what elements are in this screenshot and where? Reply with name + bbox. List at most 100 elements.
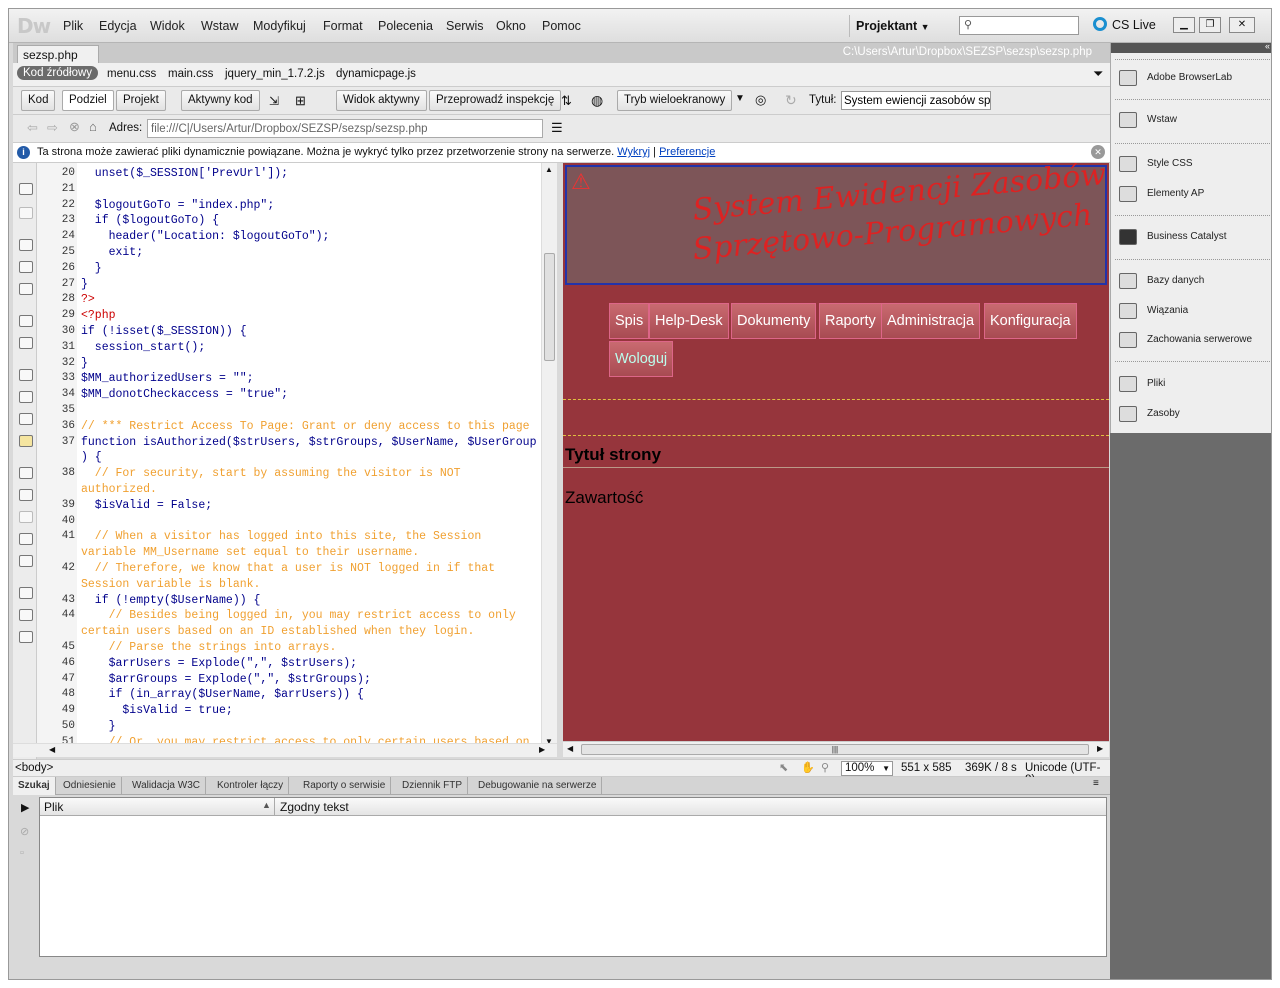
workspace-switcher[interactable]: Projektant ▼ — [849, 15, 936, 37]
panel-ap-elements[interactable]: Elementy AP — [1119, 183, 1204, 205]
code-line[interactable]: Session variable is blank. — [81, 578, 260, 591]
column-match[interactable]: Zgodny tekst — [280, 800, 349, 814]
list-view-icon[interactable]: ☰ — [551, 120, 563, 136]
panel-css-styles[interactable]: Style CSS — [1119, 153, 1193, 175]
file-management-icon[interactable]: ⊞ — [295, 93, 306, 109]
preferences-link[interactable]: Preferencje — [659, 146, 715, 158]
chevron-down-icon[interactable]: ▼ — [735, 93, 745, 104]
code-horizontal-scrollbar[interactable]: ◀ ▶ — [13, 743, 557, 757]
zoom-tool-icon[interactable]: ⚲ — [821, 761, 829, 774]
collapse-icon[interactable]: « — [1265, 41, 1270, 51]
live-code-button[interactable]: Aktywny kod — [181, 90, 260, 111]
code-line[interactable]: $isValid = False; — [81, 499, 212, 512]
address-input[interactable] — [147, 119, 543, 138]
nav-dokumenty[interactable]: Dokumenty — [731, 303, 817, 339]
design-horizontal-scrollbar[interactable]: ◀ ||| ▶ — [563, 741, 1109, 757]
split-view-button[interactable]: Podziel — [62, 90, 114, 111]
line-numbers-icon[interactable] — [19, 369, 33, 381]
column-file[interactable]: Plik — [44, 800, 63, 814]
code-line[interactable]: } — [81, 720, 116, 733]
outdent-code-icon[interactable] — [19, 609, 33, 621]
code-line[interactable]: $arrUsers = Explode(",", $strUsers); — [81, 657, 357, 670]
menu-plik[interactable]: Plik — [63, 19, 83, 33]
related-file-menu-css[interactable]: menu.css — [107, 68, 156, 80]
menu-polecenia[interactable]: Polecenia — [378, 19, 433, 33]
collapse-tag-icon[interactable] — [19, 239, 33, 251]
nav-raporty[interactable]: Raporty — [819, 303, 882, 339]
tab-raporty[interactable]: Raporty o serwisie — [298, 777, 392, 795]
code-line[interactable]: authorized. — [81, 483, 157, 496]
move-css-icon[interactable] — [19, 555, 33, 567]
code-line[interactable]: // When a visitor has logged into this s… — [81, 530, 481, 543]
recent-snippets-icon[interactable] — [19, 533, 33, 545]
play-icon[interactable]: ▶ — [21, 801, 29, 814]
code-editor[interactable]: unset($_SESSION['PrevUrl']); $logoutGoTo… — [77, 163, 541, 753]
tab-ftp[interactable]: Dziennik FTP — [397, 777, 469, 795]
restore-button[interactable]: ❐ — [1199, 17, 1221, 33]
code-view-button[interactable]: Kod — [21, 90, 56, 111]
code-line[interactable]: if (!isset($_SESSION)) { — [81, 325, 247, 338]
back-icon[interactable]: ⇦ — [27, 120, 38, 136]
multiscreen-button[interactable]: Tryb wieloekranowy — [617, 90, 733, 111]
code-line[interactable]: function isAuthorized($strUsers, $strGro… — [81, 436, 536, 449]
select-tool-icon[interactable]: ⬉ — [779, 761, 788, 774]
menu-widok[interactable]: Widok — [150, 19, 185, 33]
browser-compat-icon[interactable]: ⇲ — [269, 94, 279, 108]
remove-comment-icon[interactable] — [19, 489, 33, 501]
menu-edycja[interactable]: Edycja — [99, 19, 137, 33]
code-line[interactable]: // *** Restrict Access To Page: Grant or… — [81, 420, 530, 433]
code-vertical-scrollbar[interactable]: ▲ ▼ — [541, 163, 557, 753]
refresh-icon[interactable]: ↻ — [785, 92, 797, 109]
highlight-invalid-code-icon[interactable] — [19, 391, 33, 403]
menu-pomoc[interactable]: Pomoc — [542, 19, 581, 33]
code-line[interactable]: // Parse the strings into arrays. — [81, 641, 337, 654]
panel-business-catalyst[interactable]: Business Catalyst — [1119, 226, 1226, 248]
panel-server-behaviors[interactable]: Zachowania serwerowe — [1119, 329, 1252, 351]
nav-administracja[interactable]: Administracja — [881, 303, 981, 339]
code-line[interactable]: session_start(); — [81, 341, 205, 354]
zoom-select[interactable]: 100% ▼ — [841, 761, 893, 776]
nav-help-desk[interactable]: Help-Desk — [649, 303, 729, 339]
related-file-dynamicpage[interactable]: dynamicpage.js — [336, 68, 416, 80]
scroll-up-icon[interactable]: ▲ — [545, 165, 553, 174]
code-line[interactable]: // Besides being logged in, you may rest… — [81, 609, 516, 622]
related-file-source[interactable]: Kod źródłowy — [17, 66, 99, 80]
code-line[interactable]: if (!empty($UserName)) { — [81, 594, 261, 607]
visual-aids-icon[interactable]: ◎ — [755, 92, 766, 108]
live-view-options-icon[interactable]: ⇅ — [561, 93, 572, 109]
filter-icon[interactable]: ⏷ — [1093, 66, 1103, 82]
nav-login[interactable]: Wologuj — [609, 341, 673, 377]
panel-databases[interactable]: Bazy danych — [1119, 270, 1204, 292]
close-window-button[interactable]: ✕ — [1229, 17, 1255, 33]
panel-files[interactable]: Pliki — [1119, 373, 1165, 395]
tab-szukaj[interactable]: Szukaj — [13, 777, 56, 795]
code-line[interactable]: // Therefore, we know that a user is NOT… — [81, 562, 495, 575]
panel-menu-icon[interactable]: ≡ — [1093, 778, 1099, 789]
expand-all-icon[interactable] — [19, 283, 33, 295]
page-title-input[interactable] — [841, 91, 991, 110]
code-line[interactable]: if (in_array($UserName, $arrUsers)) { — [81, 688, 364, 701]
scroll-right-icon[interactable]: ▶ — [1097, 744, 1103, 753]
code-line[interactable]: ?> — [81, 293, 95, 306]
code-line[interactable]: } — [81, 278, 88, 291]
code-line[interactable]: $arrGroups = Explode(",", $strGroups); — [81, 673, 371, 686]
sort-icon[interactable]: ▲ — [262, 800, 271, 810]
stop-icon[interactable]: ⊗ — [69, 119, 80, 135]
code-line[interactable]: // For security, start by assuming the v… — [81, 467, 461, 480]
show-code-navigator-icon[interactable] — [19, 207, 33, 219]
results-table[interactable]: Plik ▲ Zgodny tekst — [39, 797, 1107, 957]
minimize-button[interactable]: ▁ — [1173, 17, 1195, 33]
code-line[interactable]: variable MM_Username set equal to their … — [81, 546, 419, 559]
design-scroll-thumb[interactable]: ||| — [581, 744, 1089, 755]
wrap-tag-icon[interactable] — [19, 511, 33, 523]
code-line[interactable]: <?php — [81, 309, 116, 322]
panel-browserlab[interactable]: Adobe BrowserLab — [1119, 67, 1232, 89]
document-tab[interactable]: sezsp.php ✕ — [17, 45, 99, 76]
cs-live-button[interactable]: CS Live — [1093, 17, 1156, 32]
stop-search-icon[interactable]: ⊘ — [20, 825, 29, 838]
related-file-jquery[interactable]: jquery_min_1.7.2.js — [225, 68, 325, 80]
related-file-main-css[interactable]: main.css — [168, 68, 213, 80]
word-wrap-icon[interactable] — [19, 413, 33, 425]
code-scroll-thumb[interactable] — [544, 253, 555, 361]
preview-browser-icon[interactable]: ◍ — [591, 92, 603, 109]
